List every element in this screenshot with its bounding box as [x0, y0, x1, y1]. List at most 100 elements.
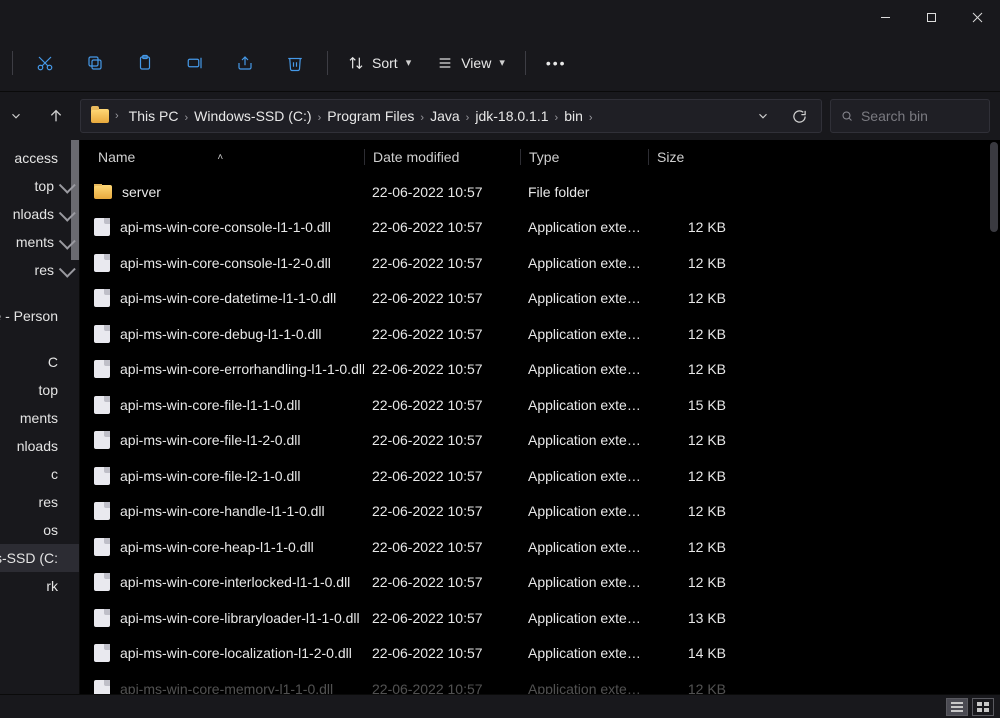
- file-size: 12 KB: [648, 432, 738, 448]
- table-row[interactable]: api-ms-win-core-memory-l1-1-0.dll22-06-2…: [94, 671, 1000, 694]
- file-type: Application extens...: [520, 681, 648, 694]
- sidebar-item[interactable]: access: [0, 144, 80, 172]
- table-row[interactable]: api-ms-win-core-heap-l1-1-0.dll22-06-202…: [94, 529, 1000, 565]
- file-icon: [94, 289, 110, 307]
- column-header-size[interactable]: Size: [648, 149, 738, 165]
- breadcrumb-item[interactable]: Java: [426, 108, 464, 124]
- recent-locations-button[interactable]: [0, 100, 32, 132]
- file-icon: [94, 502, 110, 520]
- divider: [327, 51, 328, 75]
- column-header-type[interactable]: Type: [520, 149, 648, 165]
- table-row[interactable]: api-ms-win-core-libraryloader-l1-1-0.dll…: [94, 600, 1000, 636]
- sidebar-item[interactable]: nloads: [0, 200, 80, 228]
- file-name: api-ms-win-core-file-l1-1-0.dll: [120, 397, 300, 413]
- close-button[interactable]: [954, 0, 1000, 34]
- table-row[interactable]: api-ms-win-core-debug-l1-1-0.dll22-06-20…: [94, 316, 1000, 352]
- table-row[interactable]: server22-06-2022 10:57File folder: [94, 174, 1000, 210]
- file-type: Application extens...: [520, 397, 648, 413]
- sidebar-item[interactable]: ments: [0, 228, 80, 256]
- file-date: 22-06-2022 10:57: [364, 468, 520, 484]
- file-date: 22-06-2022 10:57: [364, 681, 520, 694]
- sidebar-item[interactable]: ive - Person: [0, 302, 80, 330]
- rename-button[interactable]: [173, 43, 217, 83]
- table-row[interactable]: api-ms-win-core-datetime-l1-1-0.dll22-06…: [94, 281, 1000, 317]
- copy-button[interactable]: [73, 43, 117, 83]
- sidebar-item[interactable]: lows-SSD (C:: [0, 544, 80, 572]
- sidebar-item[interactable]: C: [0, 348, 80, 376]
- table-row[interactable]: api-ms-win-core-errorhandling-l1-1-0.dll…: [94, 352, 1000, 388]
- table-row[interactable]: api-ms-win-core-file-l1-1-0.dll22-06-202…: [94, 387, 1000, 423]
- chevron-right-icon: ›: [587, 112, 595, 124]
- table-row[interactable]: api-ms-win-core-file-l2-1-0.dll22-06-202…: [94, 458, 1000, 494]
- search-input[interactable]: [861, 108, 979, 124]
- view-label: View: [461, 55, 491, 71]
- file-date: 22-06-2022 10:57: [364, 432, 520, 448]
- table-row[interactable]: api-ms-win-core-file-l1-2-0.dll 22-06-202…: [94, 423, 1000, 459]
- sidebar-item[interactable]: res: [0, 256, 80, 284]
- file-name: api-ms-win-core-datetime-l1-1-0.dll: [120, 290, 336, 306]
- paste-button[interactable]: [123, 43, 167, 83]
- address-history-button[interactable]: [747, 100, 779, 132]
- address-bar[interactable]: › This PC›Windows-SSD (C:)›Program Files…: [80, 99, 822, 133]
- sidebar-item[interactable]: top: [0, 172, 80, 200]
- sidebar-item[interactable]: c: [0, 460, 80, 488]
- file-icon: [94, 644, 110, 662]
- share-button[interactable]: [223, 43, 267, 83]
- chevron-down-icon: ▾: [406, 56, 412, 69]
- table-row[interactable]: api-ms-win-core-console-l1-2-0.dll22-06-…: [94, 245, 1000, 281]
- file-icon: [94, 573, 110, 591]
- column-header-date[interactable]: Date modified: [364, 149, 520, 165]
- breadcrumb-item[interactable]: Program Files: [323, 108, 418, 124]
- table-row[interactable]: api-ms-win-core-console-l1-1-0.dll22-06-…: [94, 210, 1000, 246]
- breadcrumb-item[interactable]: Windows-SSD (C:): [190, 108, 315, 124]
- sidebar-item[interactable]: os: [0, 516, 80, 544]
- file-icon: [94, 396, 110, 414]
- file-size: 12 KB: [648, 255, 738, 271]
- file-date: 22-06-2022 10:57: [364, 361, 520, 377]
- file-type: File folder: [520, 184, 648, 200]
- thumbnails-view-button[interactable]: [972, 698, 994, 716]
- delete-button[interactable]: [273, 43, 317, 83]
- sidebar-item[interactable]: res: [0, 488, 80, 516]
- refresh-button[interactable]: [783, 100, 815, 132]
- file-type: Application extens...: [520, 361, 648, 377]
- file-date: 22-06-2022 10:57: [364, 326, 520, 342]
- file-type: Application extens...: [520, 432, 648, 448]
- file-date: 22-06-2022 10:57: [364, 610, 520, 626]
- breadcrumb-item[interactable]: bin: [560, 108, 587, 124]
- file-date: 22-06-2022 10:57: [364, 539, 520, 555]
- sidebar-item[interactable]: top: [0, 376, 80, 404]
- maximize-button[interactable]: [908, 0, 954, 34]
- table-row[interactable]: api-ms-win-core-localization-l1-2-0.dll2…: [94, 636, 1000, 672]
- table-row[interactable]: api-ms-win-core-interlocked-l1-1-0.dll22…: [94, 565, 1000, 601]
- sort-menu[interactable]: Sort ▾: [338, 43, 421, 83]
- file-size: 12 KB: [648, 574, 738, 590]
- file-name: api-ms-win-core-file-l1-2-0.dll: [120, 432, 300, 448]
- sidebar-item[interactable]: rk: [0, 572, 80, 600]
- column-header-name[interactable]: Name ˄: [94, 149, 364, 165]
- more-menu[interactable]: •••: [536, 43, 577, 83]
- up-button[interactable]: [40, 100, 72, 132]
- file-date: 22-06-2022 10:57: [364, 219, 520, 235]
- chevron-right-icon: ›: [418, 112, 426, 124]
- table-row[interactable]: api-ms-win-core-handle-l1-1-0.dll22-06-2…: [94, 494, 1000, 530]
- file-icon: [94, 218, 110, 236]
- navigation-pane[interactable]: accesstopnloadsmentsresive - PersonCtopm…: [0, 140, 80, 694]
- search-box[interactable]: [830, 99, 990, 133]
- minimize-button[interactable]: [862, 0, 908, 34]
- file-date: 22-06-2022 10:57: [364, 645, 520, 661]
- file-size: 12 KB: [648, 326, 738, 342]
- sidebar-item[interactable]: nloads: [0, 432, 80, 460]
- file-name: api-ms-win-core-interlocked-l1-1-0.dll: [120, 574, 350, 590]
- details-view-button[interactable]: [946, 698, 968, 716]
- file-icon: [94, 467, 110, 485]
- file-type: Application extens...: [520, 574, 648, 590]
- file-size: 12 KB: [648, 290, 738, 306]
- cut-button[interactable]: [23, 43, 67, 83]
- breadcrumb-item[interactable]: This PC: [125, 108, 183, 124]
- chevron-down-icon: ▾: [499, 56, 505, 69]
- scrollbar[interactable]: [990, 142, 998, 232]
- sidebar-item[interactable]: ments: [0, 404, 80, 432]
- breadcrumb-item[interactable]: jdk-18.0.1.1: [471, 108, 552, 124]
- view-menu[interactable]: View ▾: [427, 43, 515, 83]
